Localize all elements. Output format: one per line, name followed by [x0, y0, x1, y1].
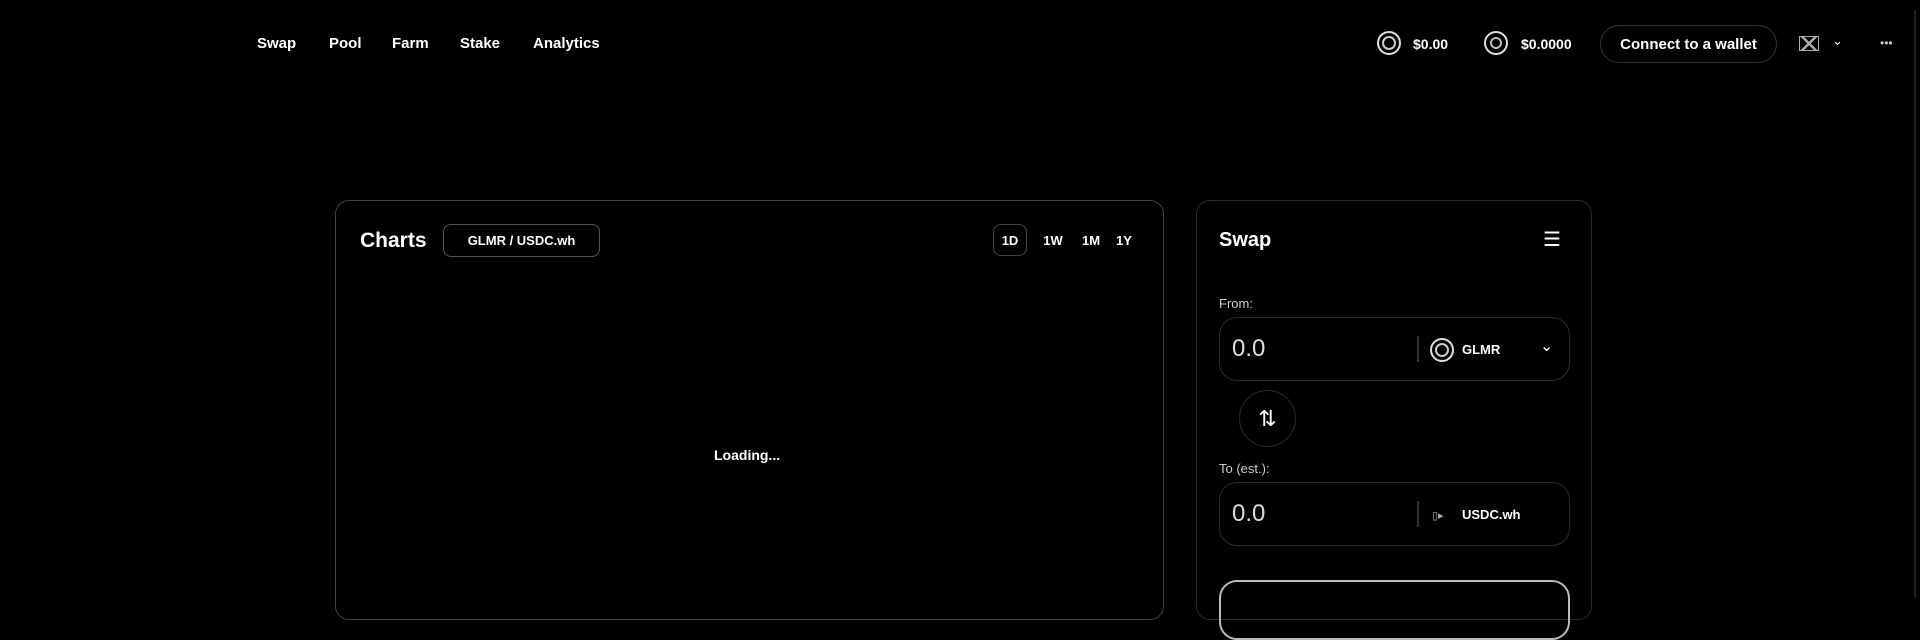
more-menu-button[interactable]: ••• [1880, 36, 1893, 50]
timeframe-1m[interactable]: 1M [1076, 224, 1106, 256]
nav-analytics[interactable]: Analytics [533, 35, 600, 52]
scrollbar[interactable] [1914, 10, 1916, 597]
settings-sliders-icon[interactable]: ☰ [1543, 227, 1561, 252]
to-label: To (est.): [1219, 461, 1270, 476]
glmr-token-icon [1430, 338, 1454, 362]
from-amount-input[interactable] [1232, 335, 1392, 363]
nav-pool[interactable]: Pool [329, 35, 362, 52]
divider [1417, 501, 1419, 527]
to-token-symbol: USDC.wh [1462, 507, 1521, 522]
timeframe-1y[interactable]: 1Y [1112, 224, 1136, 256]
swap-card: Swap ☰ From: GLMR ⌄ ⇅ To (est.): ▯▸ USDC… [1196, 200, 1592, 640]
glmr-price: $0.00 [1413, 36, 1449, 52]
glmr-token-icon [1377, 31, 1401, 55]
swap-title: Swap [1219, 229, 1272, 251]
usdc-token-icon: ▯▸ [1432, 510, 1444, 522]
timeframe-1w[interactable]: 1W [1036, 224, 1070, 256]
swap-arrows-icon: ⇅ [1258, 405, 1277, 431]
nav-swap[interactable]: Swap [257, 35, 296, 52]
nav-stake[interactable]: Stake [460, 35, 500, 52]
from-field: GLMR ⌄ [1219, 317, 1570, 381]
from-label: From: [1219, 296, 1253, 311]
language-chevron-down-icon[interactable]: ⌄ [1832, 33, 1843, 49]
to-token-selector[interactable]: ▯▸ USDC.wh [1430, 497, 1560, 533]
to-amount-input[interactable] [1232, 500, 1392, 528]
chevron-down-icon: ⌄ [1540, 338, 1554, 355]
swap-direction-button[interactable]: ⇅ [1239, 390, 1296, 447]
from-token-selector[interactable]: GLMR ⌄ [1430, 332, 1602, 368]
timeframe-1d[interactable]: 1D [993, 224, 1027, 256]
protocol-token-icon [1484, 31, 1508, 55]
nav-farm[interactable]: Farm [392, 35, 429, 52]
language-flag-icon[interactable] [1799, 36, 1819, 51]
loading-text: Loading... [714, 447, 781, 463]
protocol-token-price: $0.0000 [1521, 36, 1572, 52]
to-field: ▯▸ USDC.wh [1219, 482, 1570, 546]
from-token-symbol: GLMR [1462, 342, 1501, 357]
pair-selector[interactable]: GLMR / USDC.wh [443, 224, 600, 257]
swap-submit-button[interactable] [1219, 580, 1570, 640]
charts-title: Charts [360, 229, 427, 252]
divider [1417, 336, 1419, 362]
connect-wallet-button[interactable]: Connect to a wallet [1600, 25, 1777, 63]
charts-card: Charts GLMR / USDC.wh 1D 1W 1M 1Y Loadin… [335, 200, 1164, 620]
